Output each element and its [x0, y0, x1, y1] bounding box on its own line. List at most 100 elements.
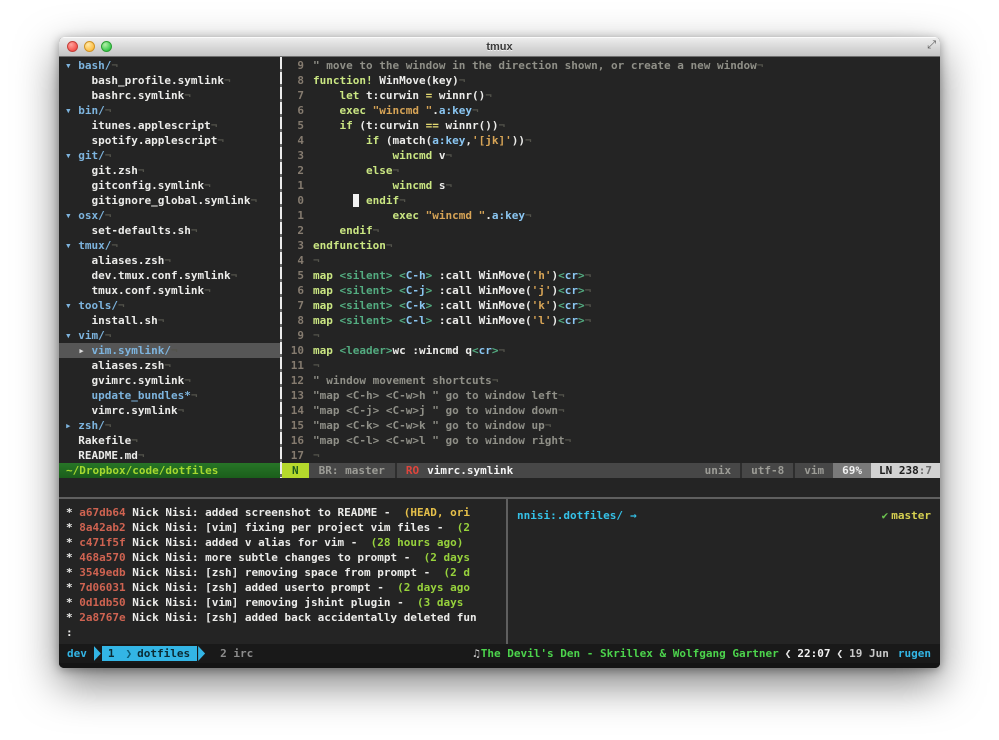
- tree-item[interactable]: set-defaults.sh¬: [65, 223, 280, 238]
- tree-indent: [65, 254, 92, 267]
- editor-line[interactable]: 8function! WinMove(key)¬: [282, 73, 940, 88]
- now-playing-song: The Devil's Den - Skrillex & Wolfgang Ga…: [481, 646, 779, 661]
- tree-item[interactable]: Rakefile¬: [65, 433, 280, 448]
- zoom-button[interactable]: [101, 41, 112, 52]
- relative-line-number: 1: [282, 208, 304, 223]
- editor-line[interactable]: 4 if (match(a:key,'[jk]'))¬: [282, 133, 940, 148]
- relative-line-number: 3: [282, 148, 304, 163]
- vim-editor-pane[interactable]: 9" move to the window in the direction s…: [282, 57, 940, 478]
- tree-item-label: tmux/: [78, 239, 111, 252]
- code-text: endif¬: [313, 193, 406, 208]
- tree-item[interactable]: bashrc.symlink¬: [65, 88, 280, 103]
- tree-item[interactable]: git.zsh¬: [65, 163, 280, 178]
- tree-item-label: tools/: [78, 299, 118, 312]
- tree-item[interactable]: ▸ zsh/¬: [65, 418, 280, 433]
- commit-graph-marker: *: [66, 611, 79, 624]
- commit-message: Nick Nisi: added screenshot to README -: [132, 506, 397, 519]
- editor-line[interactable]: 16"map <C-l> <C-w>l " go to window right…: [282, 433, 940, 448]
- editor-line[interactable]: 6 exec "wincmd ".a:key¬: [282, 103, 940, 118]
- tree-item-label: spotify.applescript: [92, 134, 218, 147]
- tree-item[interactable]: update_bundles*¬: [65, 388, 280, 403]
- nerdtree-pane[interactable]: ▾ bash/¬ bash_profile.symlink¬ bashrc.sy…: [59, 57, 280, 478]
- editor-line[interactable]: 2 else¬: [282, 163, 940, 178]
- tree-item-label: bashrc.symlink: [92, 89, 185, 102]
- editor-line[interactable]: 5 if (t:curwin == winnr())¬: [282, 118, 940, 133]
- code-text: endfunction¬: [313, 238, 392, 253]
- active-window-name: dotfiles: [137, 646, 197, 661]
- relative-line-number: 15: [282, 418, 304, 433]
- shell-pane[interactable]: nnisi:.dotfiles/ → ✔ master: [508, 499, 940, 644]
- code-text: "map <C-h> <C-w>h " go to window left¬: [313, 388, 565, 403]
- tree-item-label: Rakefile: [78, 434, 131, 447]
- tree-item-label: bash_profile.symlink: [92, 74, 224, 87]
- tree-item[interactable]: README.md¬: [65, 448, 280, 463]
- editor-line[interactable]: 12" window movement shortcuts¬: [282, 373, 940, 388]
- tree-item[interactable]: gitconfig.symlink¬: [65, 178, 280, 193]
- tree-item-label: git/: [78, 149, 105, 162]
- tree-item-label: zsh/: [78, 419, 105, 432]
- git-log-pane[interactable]: * a67db64 Nick Nisi: added screenshot to…: [59, 499, 506, 644]
- tree-item[interactable]: ▾ bash/¬: [65, 58, 280, 73]
- tmux-session-name[interactable]: dev: [67, 646, 87, 661]
- tree-item[interactable]: spotify.applescript¬: [65, 133, 280, 148]
- tree-item[interactable]: ▾ osx/¬: [65, 208, 280, 223]
- editor-line[interactable]: 10map <leader>wc :wincmd q<cr>¬: [282, 343, 940, 358]
- editor-line[interactable]: 3endfunction¬: [282, 238, 940, 253]
- line-number: LN 238: [879, 464, 919, 477]
- tree-item[interactable]: ▾ git/¬: [65, 148, 280, 163]
- tree-indent: [65, 314, 92, 327]
- editor-line[interactable]: 9¬: [282, 328, 940, 343]
- editor-line[interactable]: 14"map <C-j> <C-w>j " go to window down¬: [282, 403, 940, 418]
- tree-item[interactable]: itunes.applescript¬: [65, 118, 280, 133]
- shell-prompt: nnisi:.dotfiles/: [517, 508, 623, 523]
- close-button[interactable]: [67, 41, 78, 52]
- editor-line[interactable]: 0 endif¬: [282, 193, 940, 208]
- editor-line[interactable]: 6map <silent> <C-j> :call WinMove('j')<c…: [282, 283, 940, 298]
- tree-item[interactable]: tmux.conf.symlink¬: [65, 283, 280, 298]
- relative-line-number: 7: [282, 88, 304, 103]
- editor-line[interactable]: 11¬: [282, 358, 940, 373]
- editor-line[interactable]: 3 wincmd v¬: [282, 148, 940, 163]
- window-titlebar[interactable]: tmux ⤢: [59, 37, 940, 57]
- tmux-window-tab-irc[interactable]: 2 irc: [220, 646, 253, 661]
- tree-indent: [65, 164, 92, 177]
- relative-line-number: 13: [282, 388, 304, 403]
- tree-item[interactable]: gvimrc.symlink¬: [65, 373, 280, 388]
- tree-item[interactable]: ▾ vim/¬: [65, 328, 280, 343]
- editor-line[interactable]: 15"map <C-k> <C-w>k " go to window up¬: [282, 418, 940, 433]
- editor-line[interactable]: 13 "map <C-h> <C-w>h " go to window left¬: [282, 388, 940, 403]
- eol-marker: ¬: [118, 299, 125, 312]
- editor-line[interactable]: 1 wincmd s¬: [282, 178, 940, 193]
- tree-item[interactable]: dev.tmux.conf.symlink¬: [65, 268, 280, 283]
- tree-item[interactable]: bash_profile.symlink¬: [65, 73, 280, 88]
- eol-marker: ¬: [191, 389, 198, 402]
- relative-line-number: 14: [282, 403, 304, 418]
- chevron-right-icon: ❯: [121, 646, 138, 661]
- commit-ref: (2 days: [417, 551, 470, 564]
- tree-item[interactable]: ▾ bin/¬: [65, 103, 280, 118]
- editor-line[interactable]: 9" move to the window in the direction s…: [282, 58, 940, 73]
- tmux-active-window-tab[interactable]: 1 ❯ dotfiles: [102, 646, 197, 661]
- editor-line[interactable]: 4¬: [282, 253, 940, 268]
- editor-line[interactable]: 1 exec "wincmd ".a:key¬: [282, 208, 940, 223]
- tree-item[interactable]: gitignore_global.symlink¬: [65, 193, 280, 208]
- tree-item[interactable]: vimrc.symlink¬: [65, 403, 280, 418]
- resize-icon[interactable]: ⤢: [927, 38, 936, 52]
- tree-item[interactable]: ▾ tools/¬: [65, 298, 280, 313]
- editor-line[interactable]: 8map <silent> <C-l> :call WinMove('l')<c…: [282, 313, 940, 328]
- tree-indent: [65, 224, 92, 237]
- editor-line[interactable]: 2 endif¬: [282, 223, 940, 238]
- editor-line[interactable]: 7 let t:curwin = winnr()¬: [282, 88, 940, 103]
- tree-item[interactable]: install.sh¬: [65, 313, 280, 328]
- editor-line[interactable]: 17¬: [282, 448, 940, 463]
- git-log-line: * 8a42ab2 Nick Nisi: [vim] fixing per pr…: [66, 520, 506, 535]
- editor-line[interactable]: 5map <silent> <C-h> :call WinMove('h')<c…: [282, 268, 940, 283]
- relative-line-number: 5: [282, 118, 304, 133]
- tree-item[interactable]: aliases.zsh¬: [65, 253, 280, 268]
- tree-item[interactable]: aliases.zsh¬: [65, 358, 280, 373]
- minimize-button[interactable]: [84, 41, 95, 52]
- tree-item[interactable]: ▾ tmux/¬: [65, 238, 280, 253]
- code-text: map <silent> <C-j> :call WinMove('j')<cr…: [313, 283, 591, 298]
- tree-item[interactable]: ▸ vim.symlink/¬: [59, 343, 280, 358]
- editor-line[interactable]: 7map <silent> <C-k> :call WinMove('k')<c…: [282, 298, 940, 313]
